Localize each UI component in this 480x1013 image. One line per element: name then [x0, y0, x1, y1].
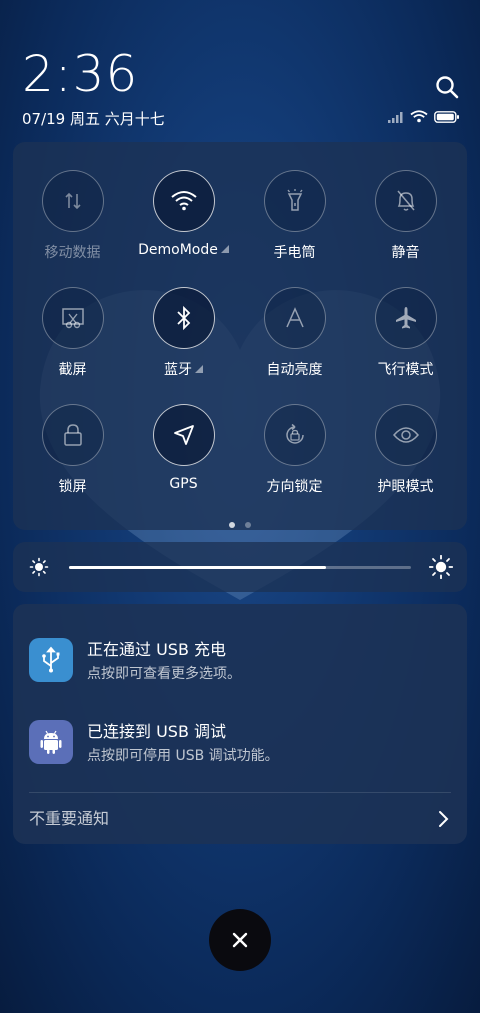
eye-icon — [374, 404, 437, 466]
screenshot-icon — [41, 287, 104, 349]
android-icon — [29, 720, 73, 764]
tile-eye-mode[interactable]: 护眼模式 — [350, 404, 461, 514]
usb-icon — [29, 638, 73, 682]
bluetooth-icon — [152, 287, 215, 349]
wifi-icon — [152, 170, 215, 232]
brightness-slider[interactable] — [13, 542, 467, 592]
wifi-status-icon — [410, 110, 428, 123]
tile-label: GPS — [169, 476, 198, 492]
unimportant-notifications-row[interactable]: 不重要通知 — [29, 804, 451, 834]
tile-bluetooth[interactable]: 蓝牙 — [128, 287, 239, 397]
notification-title: 正在通过 USB 充电 — [87, 640, 227, 659]
expand-triangle-icon — [220, 245, 229, 253]
system-status-icons — [388, 110, 460, 123]
tile-label: 移动数据 — [44, 245, 101, 261]
mobile-data-icon — [41, 170, 104, 232]
tile-label: 手电筒 — [273, 245, 316, 261]
auto-brightness-icon — [263, 287, 326, 349]
tile-lock-screen[interactable]: 锁屏 — [17, 404, 128, 514]
tile-label: 锁屏 — [58, 479, 87, 495]
tile-label: 截屏 — [58, 362, 87, 378]
signal-icon — [388, 111, 403, 123]
mute-icon — [374, 170, 437, 232]
notification-usb-debugging[interactable]: 已连接到 USB 调试 点按即可停用 USB 调试功能。 — [29, 712, 451, 772]
tile-mute[interactable]: 静音 — [350, 170, 461, 280]
page-dot[interactable] — [245, 522, 251, 528]
notification-subtitle: 点按即可停用 USB 调试功能。 — [87, 748, 279, 764]
tile-rotation-lock[interactable]: 方向锁定 — [239, 404, 350, 514]
tile-screenshot[interactable]: 截屏 — [17, 287, 128, 397]
quick-settings-panel: 移动数据 DemoMode 手电筒 静音 截屏 蓝牙 自动亮度 飞行模式 锁屏 … — [13, 142, 467, 530]
tile-gps[interactable]: GPS — [128, 404, 239, 514]
tile-label: 方向锁定 — [266, 479, 323, 495]
brightness-low-icon — [29, 557, 49, 577]
gps-icon — [152, 404, 215, 466]
tile-label: 静音 — [391, 245, 420, 261]
page-dot-active[interactable] — [229, 522, 235, 528]
divider — [29, 792, 451, 793]
notification-panel: 正在通过 USB 充电 点按即可查看更多选项。 已连接到 USB 调试 点按即可… — [13, 604, 467, 844]
date-label: 07/19 周五 六月十七 — [22, 110, 165, 128]
tile-mobile-data[interactable]: 移动数据 — [17, 170, 128, 280]
notification-title: 已连接到 USB 调试 — [87, 722, 227, 741]
tile-label: 蓝牙 — [164, 362, 192, 378]
status-header: 2:36 07/19 周五 六月十七 — [22, 48, 466, 138]
close-icon — [232, 932, 248, 948]
clock: 2:36 — [22, 45, 139, 103]
tile-wifi[interactable]: DemoMode — [128, 170, 239, 280]
brightness-track[interactable] — [69, 566, 411, 569]
brightness-fill — [69, 566, 326, 569]
brightness-high-icon — [429, 555, 453, 579]
flashlight-icon — [263, 170, 326, 232]
tile-label: DemoMode — [138, 242, 218, 258]
tile-flashlight[interactable]: 手电筒 — [239, 170, 350, 280]
chevron-right-icon — [439, 811, 449, 827]
airplane-icon — [374, 287, 437, 349]
close-button[interactable] — [209, 909, 271, 971]
unimportant-notifications-label: 不重要通知 — [29, 809, 110, 828]
search-icon[interactable] — [434, 74, 460, 100]
lock-icon — [41, 404, 104, 466]
tile-auto-brightness[interactable]: 自动亮度 — [239, 287, 350, 397]
rotation-lock-icon — [263, 404, 326, 466]
tile-label: 飞行模式 — [377, 362, 434, 378]
notification-usb-charging[interactable]: 正在通过 USB 充电 点按即可查看更多选项。 — [29, 630, 451, 690]
notification-subtitle: 点按即可查看更多选项。 — [87, 666, 241, 682]
tile-airplane[interactable]: 飞行模式 — [350, 287, 461, 397]
tile-label: 护眼模式 — [377, 479, 434, 495]
page-indicator — [13, 522, 467, 528]
expand-triangle-icon — [195, 365, 203, 373]
tile-label: 自动亮度 — [266, 362, 323, 378]
battery-icon — [434, 110, 459, 123]
